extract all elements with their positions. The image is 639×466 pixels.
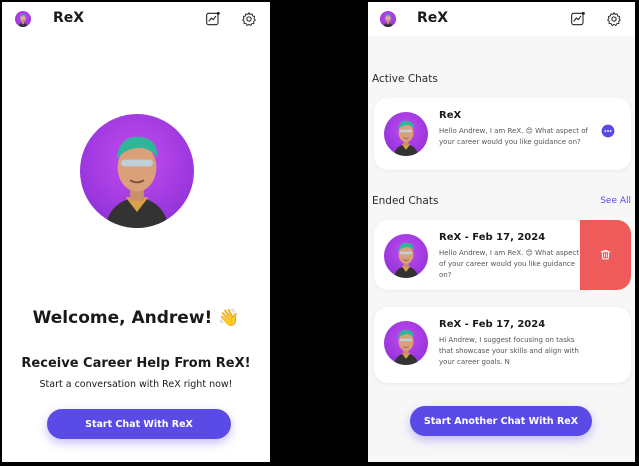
- trend-icon[interactable]: [205, 11, 221, 27]
- profile-avatar[interactable]: [15, 11, 31, 27]
- chat-bubble-icon[interactable]: [601, 124, 615, 138]
- start-chat-button[interactable]: Start Chat With ReX: [47, 409, 231, 439]
- rex-avatar: [80, 114, 194, 228]
- chat-preview: Hello Andrew, I am ReX. 😊 What aspect of…: [439, 249, 579, 279]
- career-heading: Receive Career Help From ReX!: [21, 356, 251, 371]
- app-title: ReX: [53, 10, 85, 26]
- start-another-chat-button[interactable]: Start Another Chat With ReX: [410, 406, 592, 436]
- gear-icon[interactable]: [606, 11, 622, 27]
- top-bar: ReX: [2, 2, 270, 36]
- chat-avatar: [384, 234, 428, 278]
- top-bar: ReX: [368, 2, 635, 36]
- ended-chat-card[interactable]: ReX - Feb 17, 2024 Hello Andrew, I am Re…: [374, 220, 588, 290]
- active-chats-heading: Active Chats: [372, 73, 438, 85]
- active-chat-card[interactable]: ReX Hello Andrew, I am ReX. 😊 What aspec…: [374, 98, 631, 170]
- app-title: ReX: [417, 10, 449, 26]
- trash-icon: [600, 250, 611, 260]
- chat-name: ReX - Feb 17, 2024: [439, 319, 546, 330]
- see-all-link[interactable]: See All: [600, 196, 631, 206]
- chat-name: ReX - Feb 17, 2024: [439, 232, 546, 243]
- chat-avatar: [384, 321, 428, 365]
- chat-preview: Hello Andrew, I am ReX. 😊 What aspect of…: [439, 127, 588, 146]
- chat-name: ReX: [439, 110, 462, 121]
- trend-icon[interactable]: [570, 11, 586, 27]
- chat-preview: Hi Andrew, I suggest focusing on tasks t…: [439, 336, 579, 366]
- profile-avatar[interactable]: [380, 11, 396, 27]
- welcome-heading: Welcome, Andrew! 👋: [32, 308, 240, 328]
- chats-screen: ReX Active Chats ReX Hello Andrew, I am …: [368, 2, 635, 462]
- ended-chats-heading: Ended Chats: [372, 195, 439, 207]
- chat-avatar: [384, 112, 428, 156]
- gear-icon[interactable]: [241, 11, 257, 27]
- start-subtitle: Start a conversation with ReX right now!: [39, 379, 233, 390]
- welcome-screen: ReX Welcome, Andrew! 👋 Receive Career He…: [2, 2, 270, 462]
- delete-chat-button[interactable]: [580, 220, 631, 290]
- ended-chat-card[interactable]: ReX - Feb 17, 2024 Hi Andrew, I suggest …: [374, 307, 631, 383]
